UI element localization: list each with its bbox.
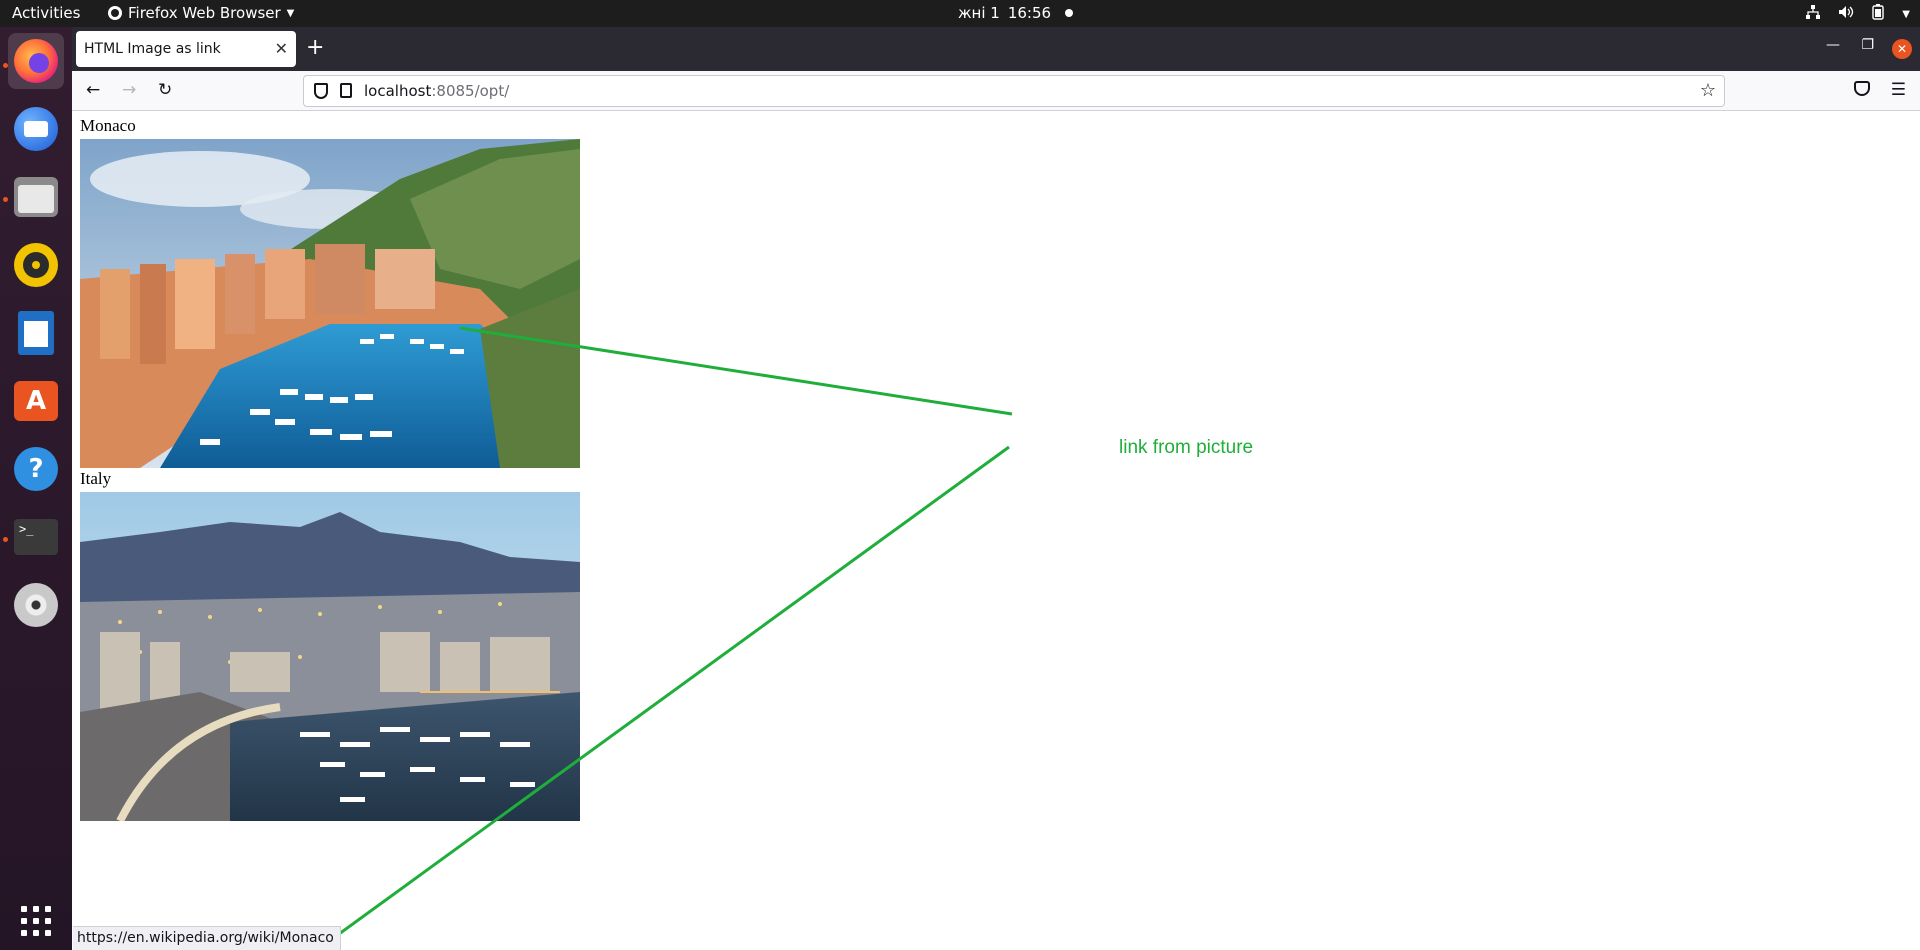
disc-icon [14,583,58,627]
new-tab-button[interactable]: + [306,35,324,60]
dock-files[interactable] [8,169,64,225]
dock-disc[interactable] [8,577,64,633]
firefox-mini-icon [108,6,122,20]
volume-icon [1838,5,1854,23]
reload-icon[interactable]: ↻ [158,80,172,100]
clock[interactable]: жні 1 16:56 [958,4,1074,22]
dock-help[interactable]: ? [8,441,64,497]
dock-rhythmbox[interactable] [8,237,64,293]
url-path: :8085/opt/ [431,82,510,100]
firefox-icon [14,39,58,83]
network-icon [1806,5,1821,23]
address-bar[interactable]: localhost:8085/opt/ ☆ [303,75,1725,107]
thunderbird-icon [14,107,58,151]
running-indicator [3,197,8,202]
caption-monaco: Monaco [80,116,136,135]
link-status-bar: https://en.wikipedia.org/wiki/Monaco [73,926,341,950]
app-menu-label: Firefox Web Browser [128,4,281,22]
page-content: Monaco Italy [72,112,1920,950]
chevron-down-icon: ▼ [1902,8,1910,20]
dock-thunderbird[interactable] [8,101,64,157]
dock-writer[interactable] [8,305,64,361]
system-tray[interactable]: ▼ [1806,4,1910,24]
monaco-harbor-day-photo[interactable] [80,139,580,468]
rhythmbox-icon [14,243,58,287]
clock-time: 16:56 [1007,4,1052,22]
app-menu[interactable]: Firefox Web Browser ▼ [108,4,294,22]
running-indicator [3,63,8,68]
running-indicator [3,537,8,542]
app-grid-icon [21,906,51,936]
close-tab-icon[interactable]: ✕ [275,39,288,58]
dock-app-grid[interactable] [8,893,64,949]
system-top-bar: Activities Firefox Web Browser ▼ жні 1 1… [0,0,1920,27]
clock-date: жні 1 [958,4,1000,22]
hamburger-menu-icon[interactable]: ☰ [1891,80,1906,100]
tracking-shield-icon[interactable] [314,83,328,99]
window-close-button[interactable]: ✕ [1892,39,1912,59]
dock: A ? >_ [0,27,72,950]
back-arrow-icon[interactable]: ← [86,80,100,100]
forward-arrow-icon[interactable]: → [122,80,136,100]
activities-button[interactable]: Activities [12,4,80,22]
url-text[interactable]: localhost:8085/opt/ [364,82,509,100]
annotation-label: link from picture [1119,437,1254,458]
writer-icon [18,311,54,355]
page-info-icon[interactable] [340,83,352,98]
notification-dot-icon [1065,9,1074,17]
bookmark-star-icon[interactable]: ☆ [1700,80,1716,101]
software-icon: A [14,381,58,421]
chevron-down-icon: ▼ [286,7,295,19]
help-icon: ? [14,447,58,491]
tab-strip: HTML Image as link ✕ + — ❐ ✕ [72,27,1920,71]
battery-icon [1872,4,1884,24]
terminal-icon: >_ [14,519,58,555]
firefox-window: HTML Image as link ✕ + — ❐ ✕ ← → ↻ local… [72,27,1920,950]
tab-title: HTML Image as link [84,41,221,57]
dock-firefox[interactable] [8,33,64,89]
tab-html-image-as-link[interactable]: HTML Image as link ✕ [76,31,296,67]
restore-icon[interactable]: ❐ [1861,37,1874,53]
monaco-harbor-dusk-photo[interactable] [80,492,580,821]
minimize-icon[interactable]: — [1826,37,1840,53]
files-icon [14,177,58,217]
dock-terminal[interactable]: >_ [8,509,64,565]
dock-software[interactable]: A [8,373,64,429]
caption-italy: Italy [80,469,112,488]
url-host: localhost [364,82,432,100]
navigation-toolbar: ← → ↻ localhost:8085/opt/ ☆ ☰ [72,71,1920,111]
pocket-icon[interactable] [1854,81,1870,96]
